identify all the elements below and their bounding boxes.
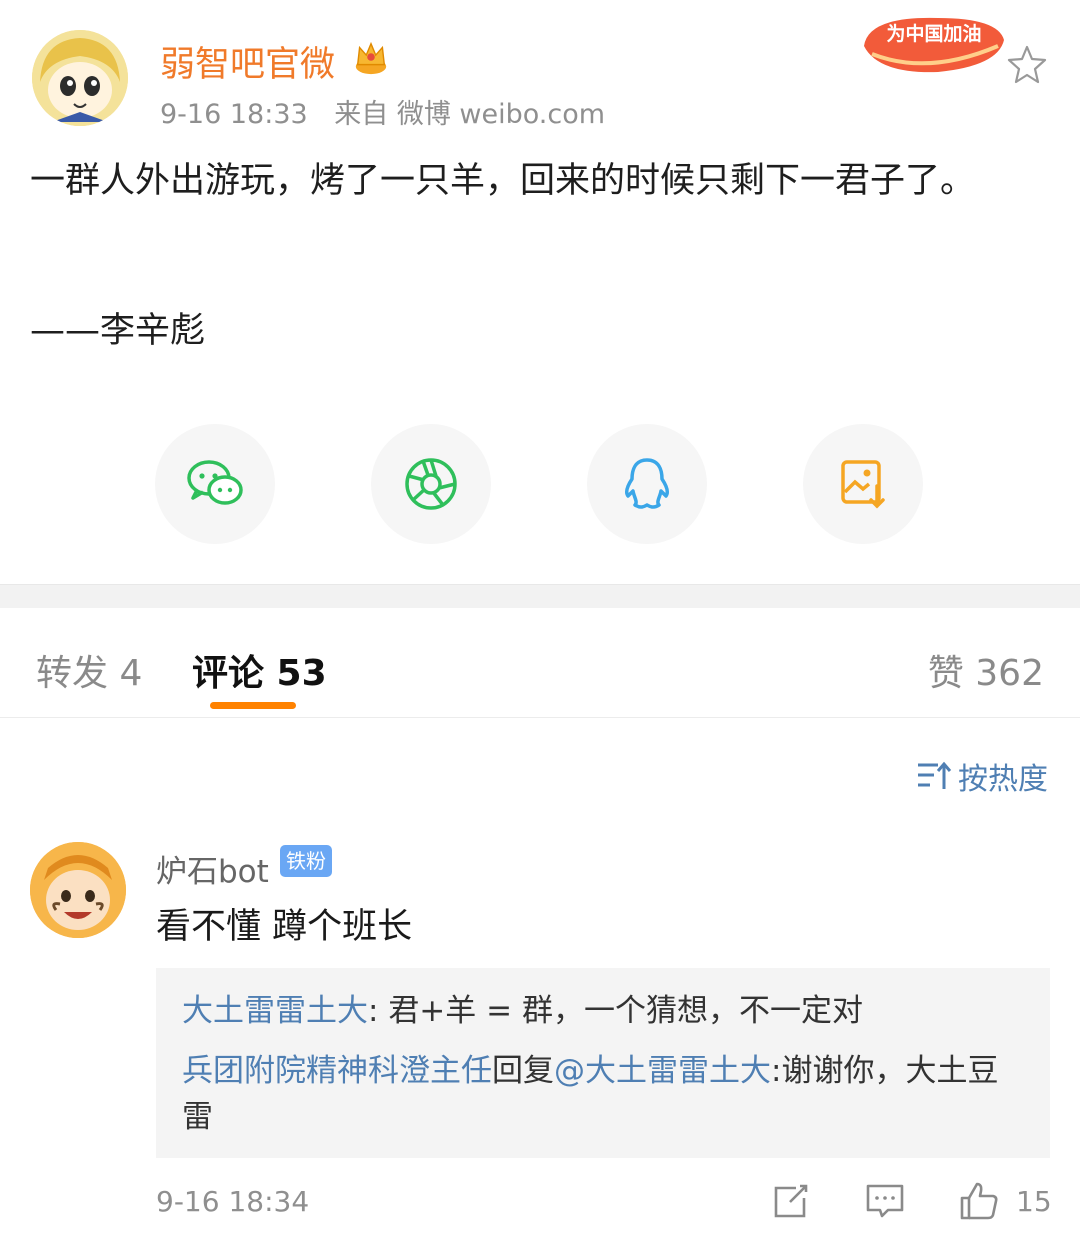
author-name[interactable]: 弱智吧官微 (160, 36, 335, 87)
tab-repost[interactable]: 转发 4 (36, 644, 142, 696)
reply-box[interactable]: 大土雷雷土大: 君+羊 = 群，一个猜想，不一定对 兵团附院精神科澄主任回复@大… (156, 968, 1050, 1158)
cheer-badge[interactable]: 为中国加油 (858, 6, 1010, 82)
commenter-avatar[interactable] (30, 842, 126, 938)
wechat-icon (187, 460, 243, 505)
reply-mention[interactable]: @大土雷雷土大 (554, 1053, 771, 1089)
moments-icon (405, 458, 457, 510)
reply-item: 大土雷雷土大: 君+羊 = 群，一个猜想，不一定对 (182, 988, 1024, 1034)
tab-active-indicator (210, 702, 296, 709)
tab-bar: 转发 4 评论 53 赞 362 (0, 608, 1080, 718)
comment-text: 看不懂 蹲个班长 (156, 907, 413, 947)
reply-user[interactable]: 大土雷雷土大 (182, 993, 368, 1029)
thumbs-up-icon (960, 1182, 998, 1220)
author-avatar[interactable] (32, 30, 128, 126)
share-icon (774, 1184, 808, 1218)
save-image-icon (841, 460, 885, 509)
section-divider (0, 584, 1080, 608)
crown-icon (355, 41, 387, 75)
comment-time: 9-16 18:34 (156, 1185, 310, 1218)
comment-footer: 9-16 18:34 15 (0, 1180, 1080, 1230)
comment-icon (866, 1184, 904, 1218)
reply-user[interactable]: 兵团附院精神科澄主任 (182, 1053, 492, 1089)
comment-share-button[interactable] (770, 1180, 812, 1222)
reply-verb: 回复 (492, 1053, 554, 1089)
save-image-button[interactable] (803, 424, 923, 544)
fan-badge: 铁粉 (280, 845, 332, 877)
reply-item: 兵团附院精神科澄主任回复@大土雷雷土大:谢谢你，大土豆雷 (182, 1048, 1024, 1140)
comment-like-button[interactable]: 15 (958, 1180, 1052, 1222)
comment-reply-button[interactable] (864, 1180, 906, 1222)
post-time: 9-16 18:33 (160, 99, 308, 130)
reply-separator: : (368, 993, 389, 1029)
tab-comments[interactable]: 评论 53 (192, 644, 327, 696)
post-body: 一群人外出游玩，烤了一只羊，回来的时候只剩下一君子了。 (30, 161, 976, 201)
commenter-name[interactable]: 炉石bot (156, 846, 269, 891)
qq-icon (625, 458, 669, 509)
sort-label: 按热度 (958, 762, 1048, 797)
share-qq-button[interactable] (587, 424, 707, 544)
share-row (0, 424, 1080, 544)
post-signature: ——李辛彪 (30, 311, 206, 351)
share-wechat-button[interactable] (155, 424, 275, 544)
post-meta: 9-16 18:33 来自 微博 weibo.com (160, 92, 623, 131)
reply-text: 君+羊 = 群，一个猜想，不一定对 (388, 993, 863, 1029)
badge-text: 为中国加油 (886, 22, 981, 45)
post-header: 弱智吧官微 9-16 18:33 来自 微博 weibo.com 为中国加油 (0, 0, 1080, 140)
star-icon[interactable] (1006, 43, 1048, 85)
tab-likes[interactable]: 赞 362 (928, 644, 1044, 696)
like-count: 15 (1016, 1184, 1052, 1218)
sort-icon (918, 761, 952, 789)
sort-button[interactable]: 按热度 (916, 754, 1048, 798)
post-source[interactable]: 来自 微博 weibo.com (334, 99, 605, 130)
share-moments-button[interactable] (371, 424, 491, 544)
